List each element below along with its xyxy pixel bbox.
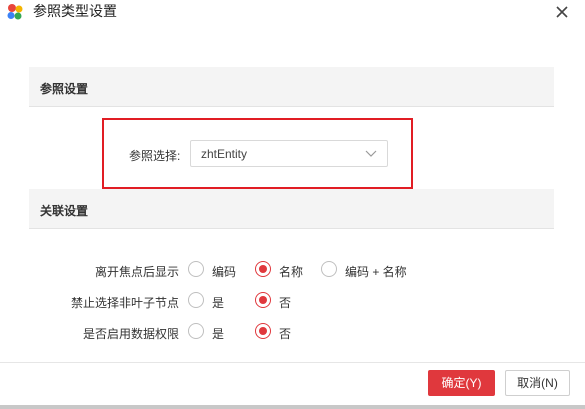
- reference-select[interactable]: zhtEntity: [190, 140, 388, 167]
- radio-focus-code-name-label: 编码 + 名称: [345, 265, 407, 279]
- radio-permission-yes[interactable]: [188, 323, 204, 339]
- app-logo-icon: [7, 4, 23, 20]
- radio-focus-code[interactable]: [188, 261, 204, 277]
- forbid-nonleaf-label: 禁止选择非叶子节点: [70, 296, 179, 310]
- radio-forbid-yes-label: 是: [212, 296, 225, 310]
- reference-select-value: zhtEntity: [201, 147, 248, 161]
- confirm-button[interactable]: 确定(Y): [428, 370, 495, 396]
- radio-focus-name-label: 名称: [279, 265, 304, 279]
- radio-forbid-yes[interactable]: [188, 292, 204, 308]
- radio-permission-yes-label: 是: [212, 327, 225, 341]
- radio-focus-code-label: 编码: [212, 265, 237, 279]
- section-header-relation: 关联设置: [29, 189, 554, 229]
- section-title-reference: 参照设置: [40, 82, 89, 96]
- footer-divider: [0, 362, 585, 363]
- reference-type-dialog: 参照类型设置 参照设置 参照选择: zhtEntity 关联设置 离开焦点后显示…: [0, 0, 585, 409]
- dialog-title: 参照类型设置: [33, 3, 117, 19]
- radio-focus-code-name[interactable]: [321, 261, 337, 277]
- radio-focus-name[interactable]: [255, 261, 271, 277]
- section-header-reference: 参照设置: [29, 67, 554, 107]
- reference-select-label: 参照选择:: [129, 149, 181, 163]
- section-title-relation: 关联设置: [40, 204, 89, 218]
- chevron-down-icon: [365, 150, 377, 157]
- radio-forbid-no-label: 否: [279, 296, 292, 310]
- data-permission-label: 是否启用数据权限: [82, 327, 179, 341]
- title-bar: 参照类型设置: [0, 0, 585, 24]
- cancel-button[interactable]: 取消(N): [505, 370, 570, 396]
- radio-forbid-no[interactable]: [255, 292, 271, 308]
- bottom-edge: [0, 405, 585, 409]
- close-icon: [556, 6, 568, 18]
- focus-display-label: 离开焦点后显示: [94, 265, 179, 279]
- close-button[interactable]: [552, 2, 572, 22]
- radio-permission-no-label: 否: [279, 327, 292, 341]
- radio-permission-no[interactable]: [255, 323, 271, 339]
